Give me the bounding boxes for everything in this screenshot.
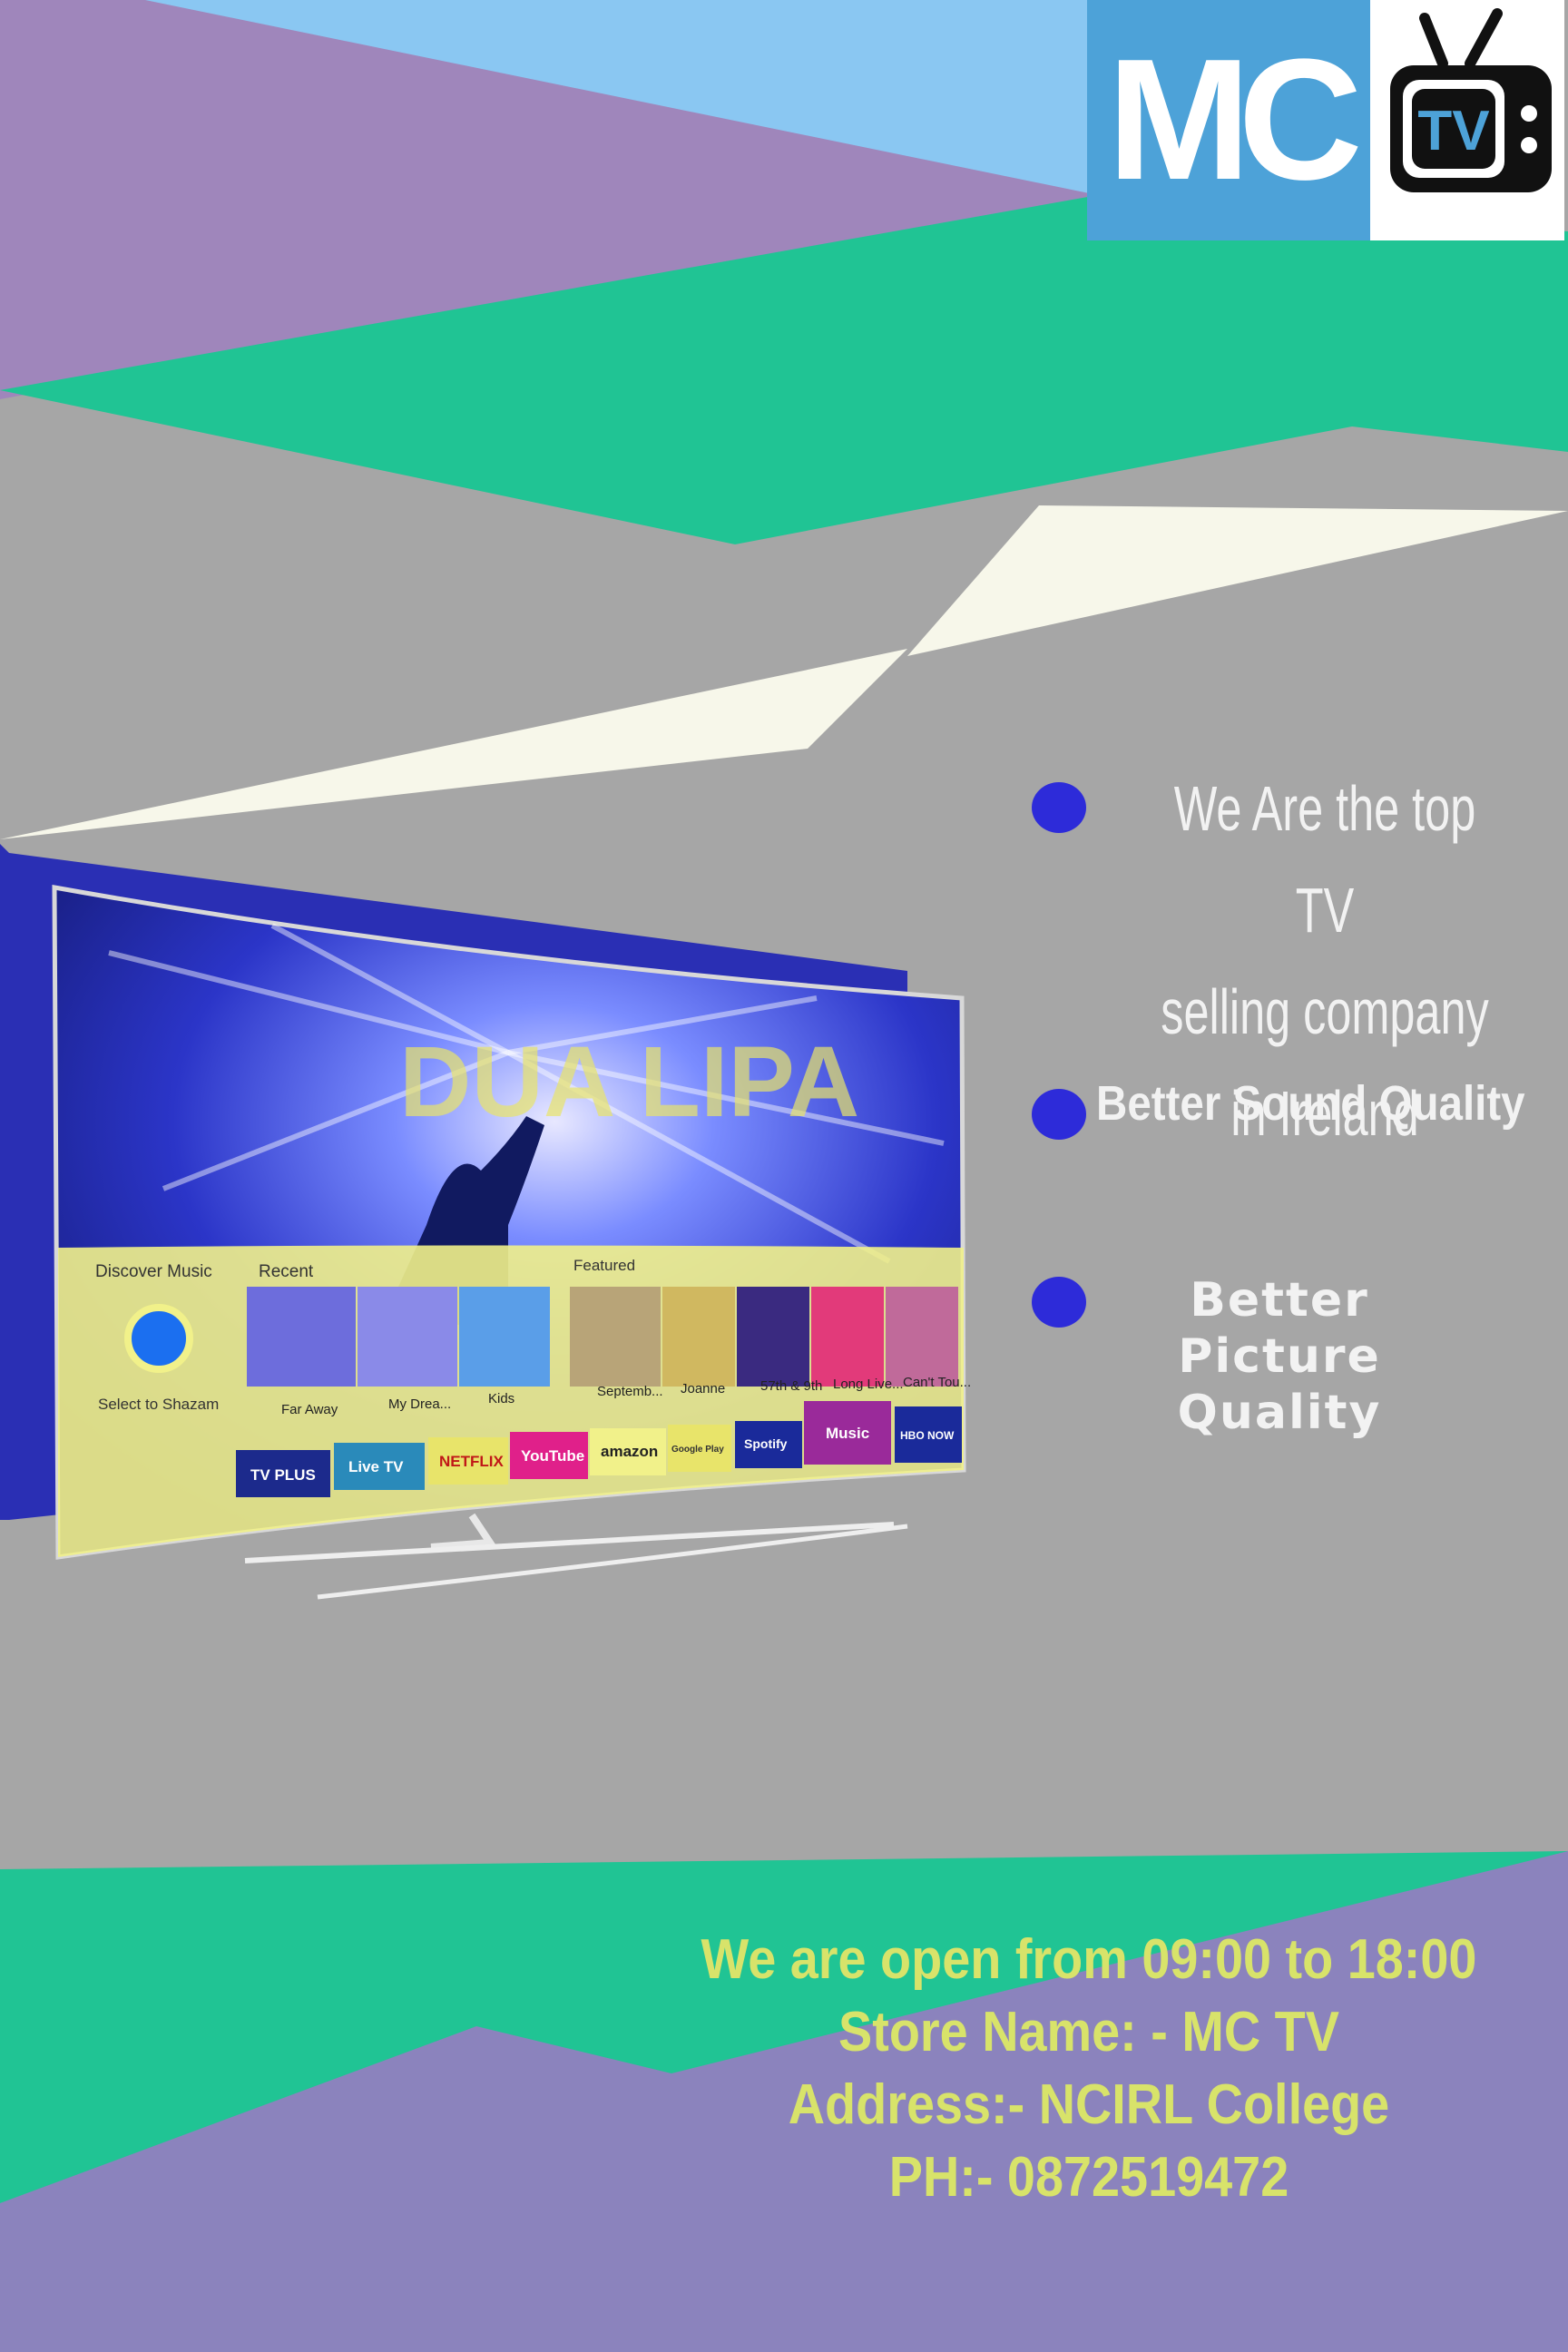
curved-tv-illustration: DUA LIPA Discover Music Recent Featured … [0,844,980,1624]
svg-text:Joanne: Joanne [681,1381,725,1396]
svg-text:Select to Shazam: Select to Shazam [98,1396,219,1413]
feature-sound: Better Sound Quality [1096,1076,1525,1131]
logo-mc-text: MC [1087,0,1370,240]
svg-text:57th & 9th: 57th & 9th [760,1378,822,1394]
svg-text:My Drea...: My Drea... [388,1396,451,1412]
feature-line: Better Picture [1178,1273,1381,1384]
feature-bullet [1032,1089,1086,1140]
store-phone: PH:- 0872519472 [888,2146,1289,2209]
store-name: Store Name: - MC TV [838,2001,1339,2063]
tv-stand-base-back [317,1524,908,1600]
svg-text:Kids: Kids [488,1391,514,1406]
svg-text:amazon: amazon [601,1443,658,1460]
svg-text:Long Live...: Long Live... [833,1377,904,1392]
tv-stand-neck [430,1513,497,1551]
svg-text:Septemb...: Septemb... [597,1384,663,1399]
tv-stand-base-front [244,1522,895,1563]
feature-bullet [1032,782,1086,833]
feature-picture: Better Picture Quality [1080,1272,1479,1441]
svg-text:Recent: Recent [259,1262,314,1281]
shazam-icon [124,1304,193,1373]
svg-text:NETFLIX: NETFLIX [439,1453,504,1470]
svg-text:YouTube: YouTube [521,1447,584,1465]
svg-text:Discover Music: Discover Music [95,1262,212,1281]
poster: MC TV DUA LIPA Discover Music Recent Fea… [0,0,1568,2352]
svg-text:HBO NOW: HBO NOW [900,1429,955,1442]
feature-line: Quality [1177,1386,1382,1440]
feature-line: We Are the top TV [1173,773,1476,946]
tv-icon: TV [1370,0,1564,240]
tv-tiles [247,1287,958,1387]
svg-text:Featured: Featured [573,1257,635,1274]
svg-text:Google Play: Google Play [671,1445,724,1455]
tv-hero-text: DUA LIPA [399,1026,859,1138]
svg-text:Live TV: Live TV [348,1458,404,1475]
feature-line: selling company in Ireland [1161,976,1489,1149]
svg-text:Music: Music [826,1425,869,1442]
store-address: Address:- NCIRL College [788,2073,1390,2136]
mc-tv-logo: MC TV [1087,0,1564,240]
feature-bullet [1032,1277,1086,1328]
svg-text:Can't Tou...: Can't Tou... [903,1375,971,1390]
svg-text:TV: TV [1417,100,1489,162]
svg-text:Spotify: Spotify [744,1436,788,1451]
svg-text:Far Away: Far Away [281,1402,338,1417]
store-info: We are open from 09:00 to 18:00 Store Na… [635,1924,1543,2214]
opening-hours: We are open from 09:00 to 18:00 [701,1928,1477,1991]
svg-text:TV PLUS: TV PLUS [250,1466,316,1484]
